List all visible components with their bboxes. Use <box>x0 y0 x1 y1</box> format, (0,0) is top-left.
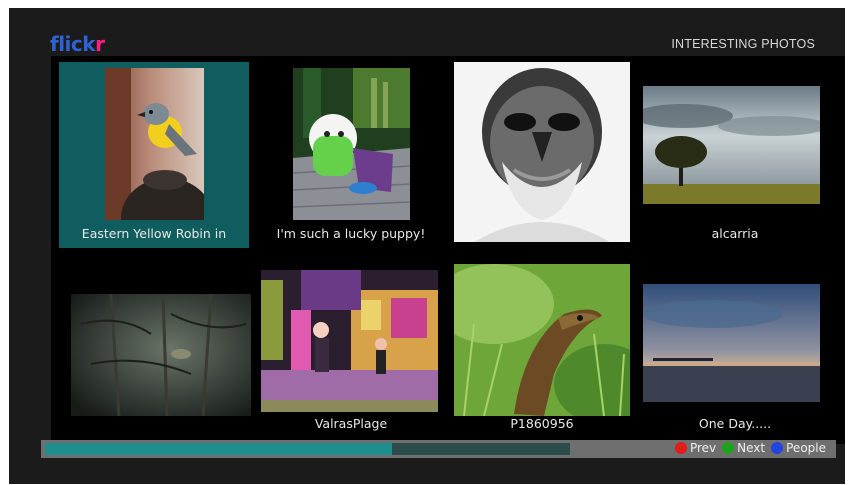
dark-forest-photo <box>71 294 251 416</box>
next-button[interactable]: Next <box>722 441 765 455</box>
blue-button-icon <box>771 442 784 454</box>
lizard-in-grass-photo <box>454 264 630 416</box>
red-button-icon <box>674 442 687 454</box>
photo-caption: ValrasPlage <box>314 416 388 431</box>
photo-caption: P1860956 <box>510 416 574 431</box>
photo-tile-3[interactable] <box>447 62 637 248</box>
sunset-sea-photo <box>643 284 820 402</box>
prev-label: Prev <box>689 441 717 455</box>
yellow-robin-photo <box>105 68 204 220</box>
remote-controls-legend: Prev Next People <box>674 441 826 455</box>
photo-grid: Eastern Yellow Robin in I'm such a lucky… <box>51 56 845 444</box>
photo-tile-6[interactable]: ValrasPlage <box>256 252 446 438</box>
photo-caption: Eastern Yellow Robin in <box>81 226 227 241</box>
photo-tile-1[interactable]: Eastern Yellow Robin in <box>59 62 249 248</box>
people-label: People <box>786 441 826 455</box>
old-man-portrait-photo <box>454 62 630 242</box>
people-button[interactable]: People <box>771 441 826 455</box>
puppy-photo <box>293 68 410 220</box>
photo-caption: One Day..... <box>698 416 772 431</box>
flickr-logo: flickr <box>50 32 105 56</box>
next-label: Next <box>737 441 766 455</box>
scroll-progress-fill <box>45 443 392 455</box>
scroll-progress-bar <box>45 443 570 455</box>
prev-button[interactable]: Prev <box>674 441 717 455</box>
photo-tile-8[interactable]: One Day..... <box>640 252 830 438</box>
tv-screen: flickr INTERESTING PHOTOS Eastern Yellow… <box>9 8 845 484</box>
photo-tile-4[interactable]: alcarria <box>640 62 830 248</box>
green-button-icon <box>722 442 735 454</box>
section-title: INTERESTING PHOTOS <box>671 37 815 51</box>
lone-tree-landscape-photo <box>643 86 820 204</box>
footer-bar: Prev Next People <box>41 440 836 458</box>
photo-tile-2[interactable]: I'm such a lucky puppy! <box>256 62 446 248</box>
photo-tile-7[interactable]: P1860956 <box>447 252 637 438</box>
photo-tile-5[interactable] <box>59 252 251 438</box>
photo-caption: I'm such a lucky puppy! <box>276 226 426 241</box>
street-market-night-photo <box>261 270 438 412</box>
photo-caption: alcarria <box>711 226 759 241</box>
